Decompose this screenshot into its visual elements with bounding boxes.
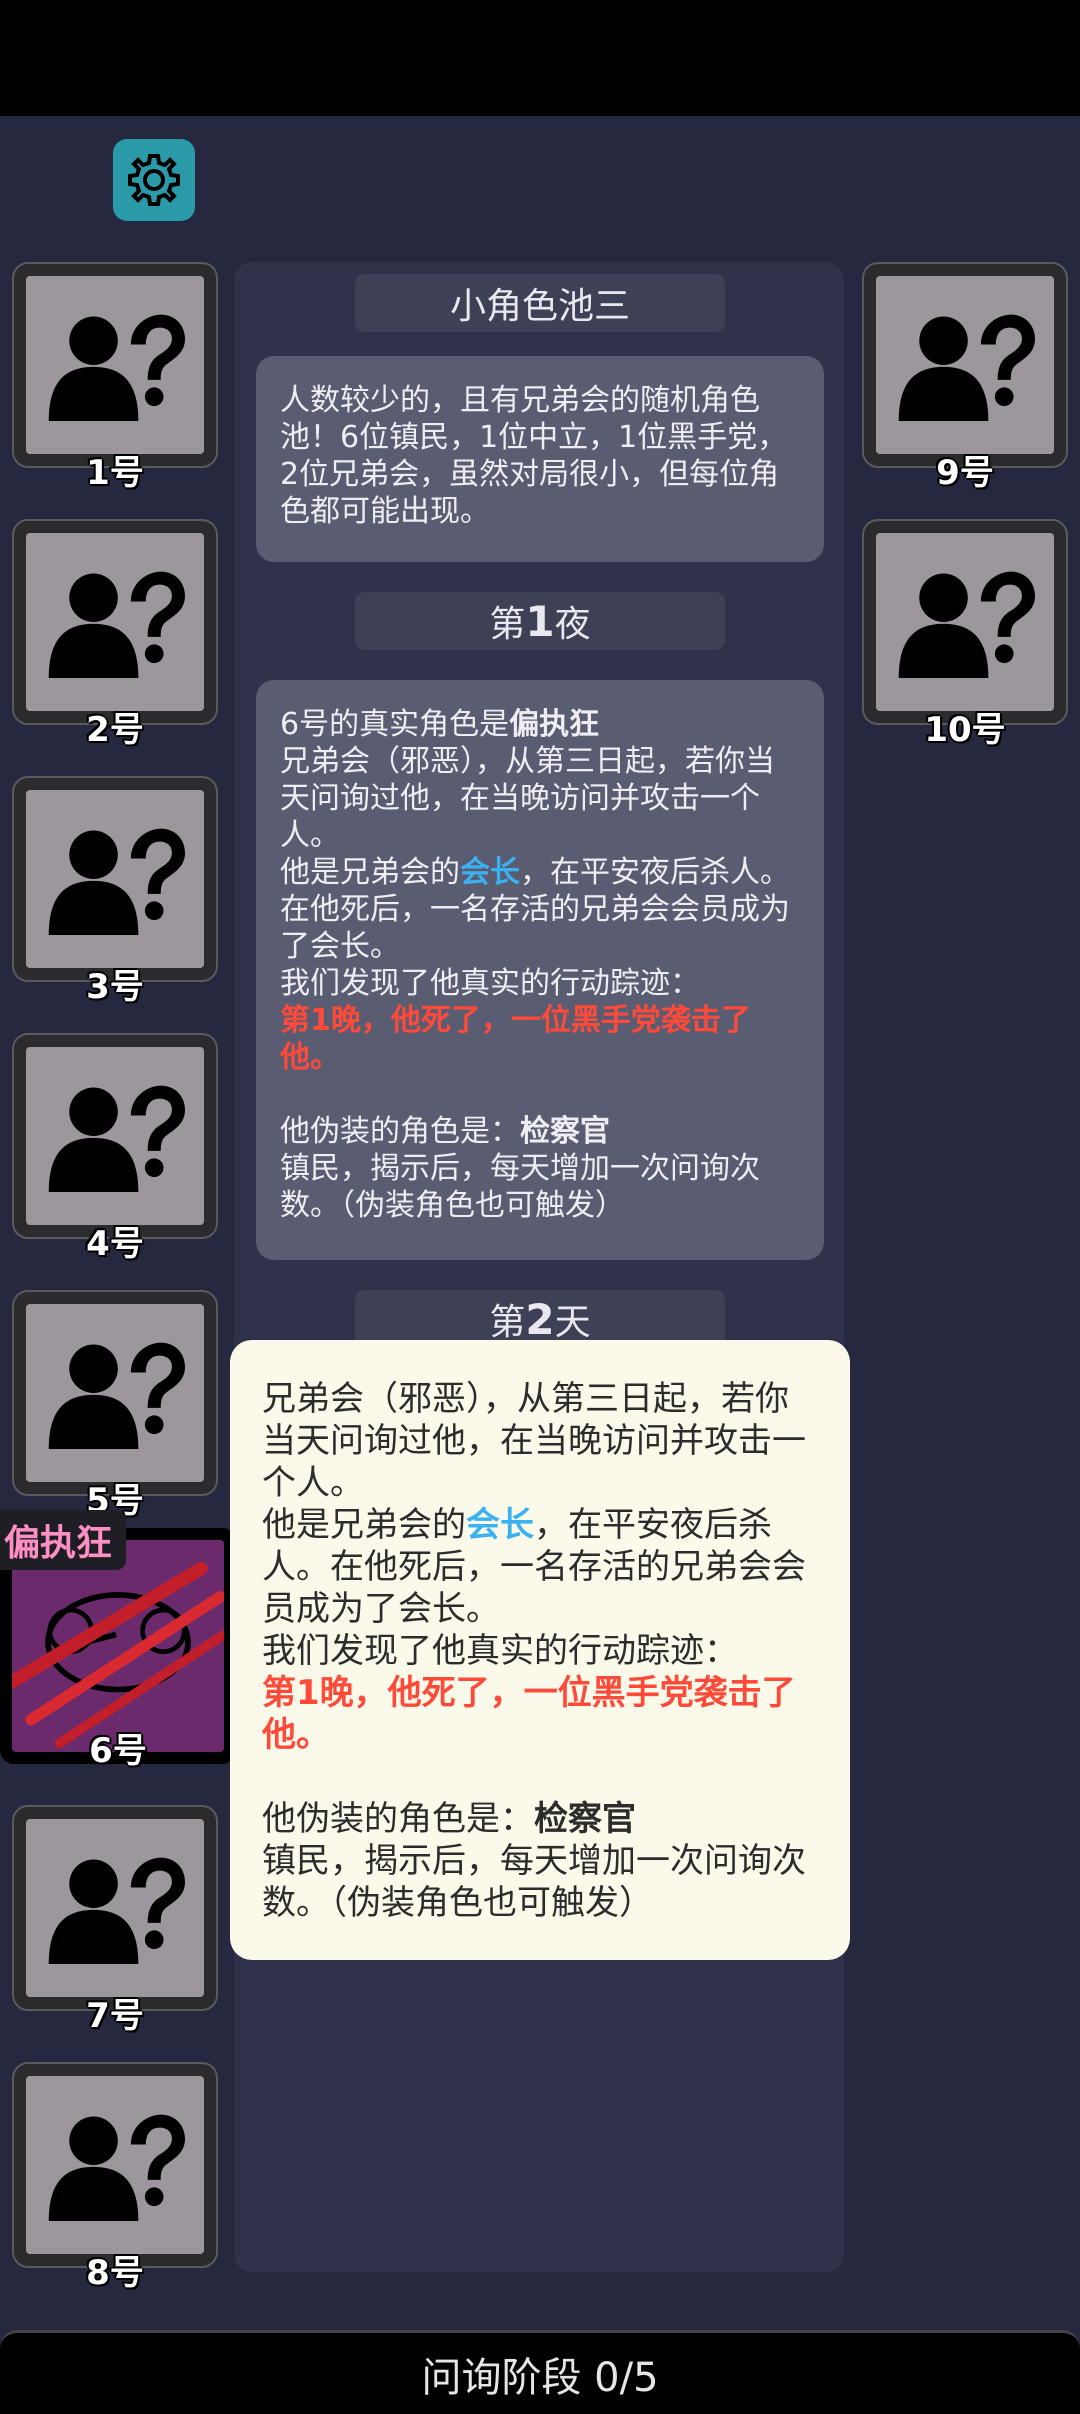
player-number: 9号 — [936, 453, 994, 493]
popup-disguise-role: 检察官 — [534, 1799, 636, 1839]
player-portrait — [26, 2076, 204, 2254]
disguise-role: 检察官 — [520, 1114, 610, 1149]
role-description: 兄弟会（邪恶），从第三日起，若你当天问询过他，在当晚访问并攻击一个人。 — [280, 744, 775, 853]
popup-trace-label: 我们发现了他真实的行动踪迹： — [262, 1631, 738, 1671]
unknown-player-icon — [45, 309, 185, 421]
settings-button[interactable] — [113, 139, 195, 221]
player-number: 4号 — [86, 1224, 144, 1264]
player-portrait — [26, 276, 204, 454]
unknown-player-icon — [45, 823, 185, 935]
unknown-player-icon — [45, 2109, 185, 2221]
leader-prefix: 他是兄弟会的 — [280, 855, 460, 890]
player-slot-7[interactable]: 7号 — [12, 1805, 218, 2036]
popup-leader-highlight: 会长 — [466, 1505, 534, 1545]
player-portrait — [26, 533, 204, 711]
night-report: 6号的真实角色是偏执狂 兄弟会（邪恶），从第三日起，若你当天问询过他，在当晚访问… — [256, 680, 824, 1260]
player-slot-2[interactable]: 2号 — [12, 519, 218, 750]
player-slot-4[interactable]: 4号 — [12, 1033, 218, 1264]
role-detail-popup[interactable]: 兄弟会（邪恶），从第三日起，若你当天问询过他，在当晚访问并攻击一个人。 他是兄弟… — [230, 1340, 850, 1960]
unknown-player-icon — [895, 309, 1035, 421]
player-number: 6号 — [89, 1731, 147, 1771]
popup-leader-prefix: 他是兄弟会的 — [262, 1505, 466, 1545]
trace-text: 第1晚，他死了，一位黑手党袭击了他。 — [280, 1003, 751, 1075]
unknown-player-icon — [45, 566, 185, 678]
game-log-panel[interactable] — [234, 262, 844, 2272]
player-number: 2号 — [86, 710, 144, 750]
popup-disguise-description: 镇民，揭示后，每天增加一次问询次数。（伪装角色也可触发） — [262, 1841, 806, 1923]
player-number: 3号 — [86, 967, 144, 1007]
player-slot-10[interactable]: 10号 — [862, 519, 1068, 750]
disguise-description: 镇民，揭示后，每天增加一次问询次数。（伪装角色也可触发） — [280, 1151, 760, 1223]
gear-icon — [128, 154, 180, 206]
player-number: 7号 — [86, 1996, 144, 2036]
player-slot-8[interactable]: 8号 — [12, 2062, 218, 2293]
player-number: 1号 — [86, 453, 144, 493]
player-portrait — [26, 790, 204, 968]
unknown-player-icon — [45, 1852, 185, 1964]
role-tag: 偏执狂 — [0, 1510, 127, 1570]
night-header: 第1夜 — [355, 592, 725, 650]
popup-role-description: 兄弟会（邪恶），从第三日起，若你当天问询过他，在当晚访问并攻击一个人。 — [262, 1379, 806, 1503]
day-suffix: 天 — [554, 1302, 591, 1343]
identity-prefix: 6号的真实角色是 — [280, 707, 510, 742]
phase-indicator: 问询阶段 0/5 — [0, 2330, 1080, 2414]
status-bar — [0, 0, 1080, 116]
true-role: 偏执狂 — [509, 707, 600, 742]
pool-description: 人数较少的，且有兄弟会的随机角色池！6位镇民，1位中立，1位黑手党，2位兄弟会，… — [256, 356, 824, 562]
player-slot-9[interactable]: 9号 — [862, 262, 1068, 493]
player-portrait — [876, 533, 1054, 711]
trace-label: 我们发现了他真实的行动踪迹： — [280, 966, 700, 1001]
pool-title: 小角色池三 — [355, 274, 725, 332]
day-number: 2 — [525, 1294, 555, 1344]
player-portrait — [26, 1304, 204, 1482]
unknown-player-icon — [45, 1337, 185, 1449]
player-portrait — [876, 276, 1054, 454]
night-suffix: 夜 — [554, 604, 591, 645]
pool-description-text: 人数较少的，且有兄弟会的随机角色池！6位镇民，1位中立，1位黑手党，2位兄弟会，… — [280, 383, 788, 529]
leader-highlight: 会长 — [460, 855, 520, 890]
night-number: 1 — [525, 596, 555, 646]
player-portrait — [12, 1540, 224, 1752]
unknown-player-icon — [45, 1080, 185, 1192]
player-slot-5[interactable]: 5号 — [12, 1290, 218, 1521]
day-prefix: 第 — [489, 1302, 526, 1343]
player-slot-3[interactable]: 3号 — [12, 776, 218, 1007]
night-prefix: 第 — [489, 604, 526, 645]
player-portrait — [26, 1047, 204, 1225]
disguise-prefix: 他伪装的角色是： — [280, 1114, 520, 1149]
player-number: 10号 — [924, 710, 1006, 750]
player-slot-1[interactable]: 1号 — [12, 262, 218, 493]
player-portrait — [26, 1819, 204, 1997]
popup-trace-text: 第1晚，他死了，一位黑手党袭击了他。 — [262, 1673, 796, 1755]
unknown-player-icon — [895, 566, 1035, 678]
popup-disguise-prefix: 他伪装的角色是： — [262, 1799, 534, 1839]
player-number: 8号 — [86, 2253, 144, 2293]
